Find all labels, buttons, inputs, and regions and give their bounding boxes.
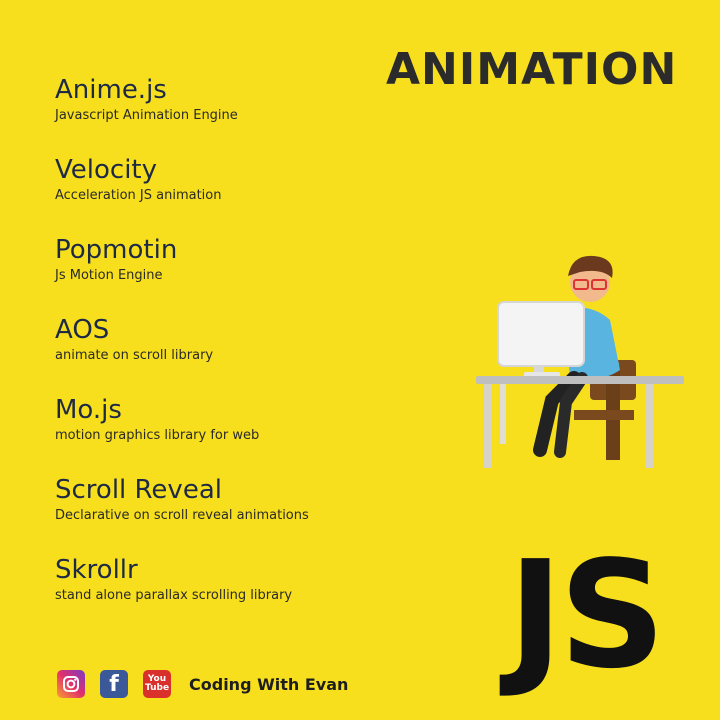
list-item: Mo.js motion graphics library for web — [55, 394, 309, 474]
library-description: motion graphics library for web — [55, 428, 260, 443]
chair-seat — [574, 410, 634, 420]
library-description: Declarative on scroll reveal animations — [55, 508, 309, 523]
page-title: ANIMATION — [386, 44, 678, 95]
list-item: Velocity Acceleration JS animation — [55, 154, 309, 234]
list-item: Skrollr stand alone parallax scrolling l… — [55, 554, 309, 634]
footer: f You Tube Coding With Evan — [57, 670, 348, 698]
list-item: Popmotin Js Motion Engine — [55, 234, 309, 314]
library-name: Mo.js — [55, 395, 122, 425]
library-name: Popmotin — [55, 235, 178, 265]
js-logo: JS — [508, 529, 666, 701]
brand-name: Coding With Evan — [189, 674, 349, 694]
library-name: AOS — [55, 315, 110, 345]
library-description: Javascript Animation Engine — [55, 108, 238, 123]
facebook-glyph: f — [109, 671, 119, 697]
library-name: Velocity — [55, 155, 157, 185]
youtube-icon[interactable]: You Tube — [143, 670, 171, 698]
desk-leg — [646, 384, 654, 468]
list-item: Anime.js Javascript Animation Engine — [55, 74, 309, 154]
developer-at-desk-illustration — [476, 255, 684, 468]
library-name: Skrollr — [55, 555, 138, 585]
youtube-label-bottom: Tube — [144, 683, 170, 693]
desk-top — [476, 376, 684, 384]
library-description: Acceleration JS animation — [55, 188, 222, 203]
library-description: animate on scroll library — [55, 348, 214, 363]
facebook-icon[interactable]: f — [100, 670, 128, 698]
list-item: Scroll Reveal Declarative on scroll reve… — [55, 474, 309, 554]
instagram-icon[interactable] — [57, 670, 85, 698]
desk-leg — [500, 384, 506, 444]
library-list: Anime.js Javascript Animation Engine Vel… — [55, 74, 309, 634]
monitor — [497, 301, 585, 367]
desk-leg — [484, 384, 492, 468]
library-name: Scroll Reveal — [55, 475, 222, 505]
library-description: stand alone parallax scrolling library — [55, 588, 293, 603]
library-name: Anime.js — [55, 75, 167, 105]
library-description: Js Motion Engine — [55, 268, 163, 283]
list-item: AOS animate on scroll library — [55, 314, 309, 394]
